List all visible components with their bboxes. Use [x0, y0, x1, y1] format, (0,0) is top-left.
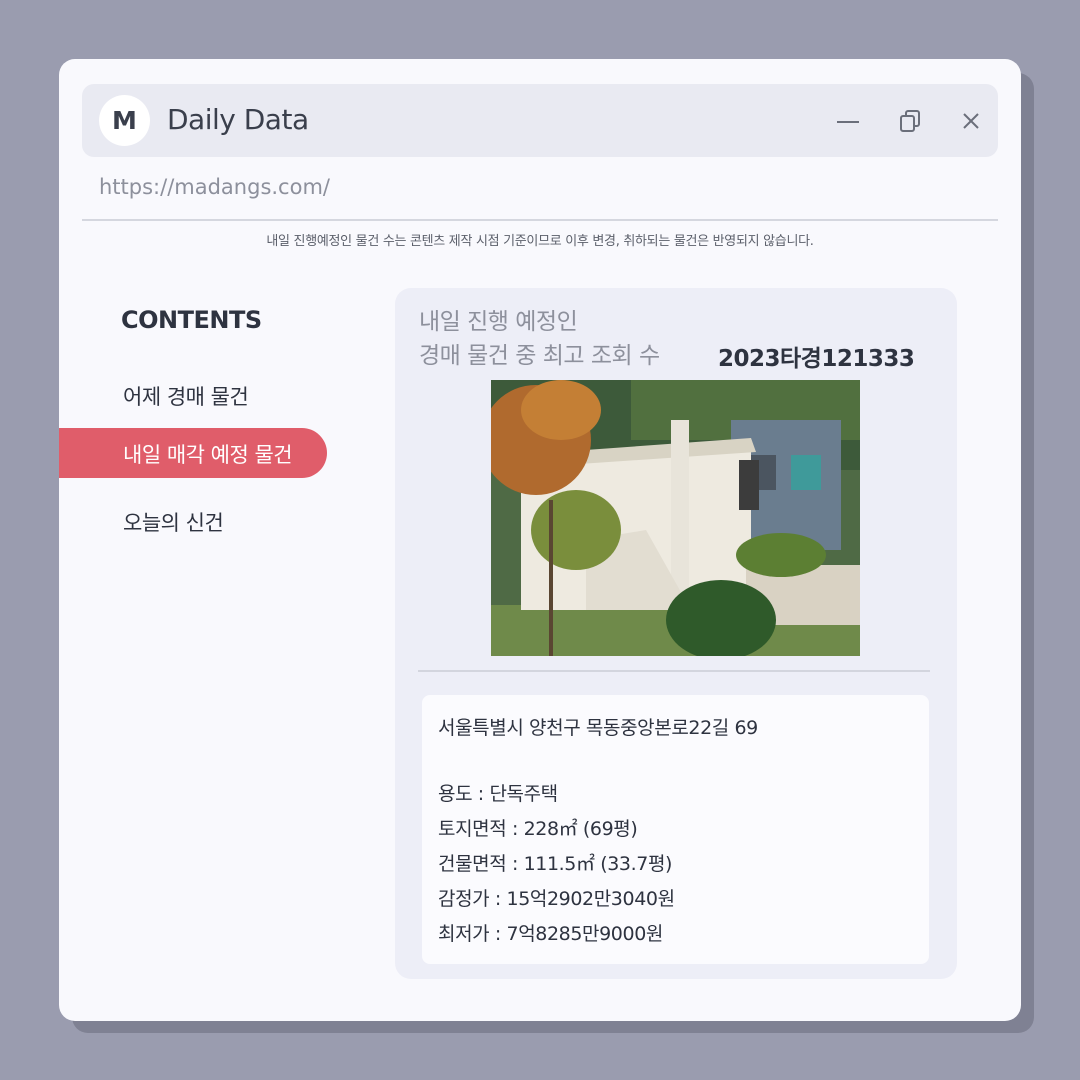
panel-title-line1: 내일 진행 예정인 [419, 309, 578, 335]
case-number: 2023타경121333 [718, 346, 915, 372]
panel-title: 내일 진행 예정인 경매 물건 중 최고 조회 수 [419, 305, 660, 373]
property-minimum-price: 최저가 : 7억8285만9000원 [438, 923, 663, 945]
restore-icon [900, 110, 920, 132]
close-button[interactable] [956, 106, 986, 136]
nav-item-today-new[interactable]: 오늘의 신건 [123, 507, 224, 537]
app-logo: M [99, 95, 150, 146]
nav-item-tomorrow-sales[interactable]: 내일 매각 예정 물건 [59, 428, 327, 478]
panel-divider [418, 670, 930, 672]
property-usage: 용도 : 단독주택 [438, 783, 558, 805]
nav-item-label: 내일 매각 예정 물건 [123, 443, 293, 467]
app-title: Daily Data [167, 103, 309, 136]
title-bar: M Daily Data [82, 84, 998, 157]
property-land-area: 토지면적 : 228㎡ (69평) [438, 818, 638, 840]
nav-item-yesterday-auctions[interactable]: 어제 경매 물건 [123, 381, 249, 411]
url-bar[interactable]: https://madangs.com/ [99, 175, 979, 199]
minimize-icon [837, 121, 859, 123]
notice-text: 내일 진행예정인 물건 수는 콘텐츠 제작 시점 기준이므로 이후 변경, 취하… [266, 234, 814, 249]
house-photo-illustration [491, 380, 860, 656]
featured-property-panel: 내일 진행 예정인 경매 물건 중 최고 조회 수 2023타경121333 서… [395, 288, 957, 979]
app-window: M Daily Data https://madangs.com/ 내일 진행예… [59, 59, 1021, 1021]
property-appraisal-price: 감정가 : 15억2902만3040원 [438, 888, 675, 910]
restore-button[interactable] [895, 106, 925, 136]
minimize-button[interactable] [833, 106, 863, 136]
close-icon [963, 113, 979, 129]
panel-title-line2: 경매 물건 중 최고 조회 수 [419, 343, 660, 369]
url-divider [82, 219, 998, 221]
property-building-area: 건물면적 : 111.5㎡ (33.7평) [438, 853, 673, 875]
property-address: 서울특별시 양천구 목동중앙본로22길 69 [438, 717, 758, 739]
contents-heading: CONTENTS [121, 306, 262, 334]
property-info-card: 서울특별시 양천구 목동중앙본로22길 69 용도 : 단독주택 토지면적 : … [422, 695, 929, 964]
property-photo [491, 380, 860, 656]
